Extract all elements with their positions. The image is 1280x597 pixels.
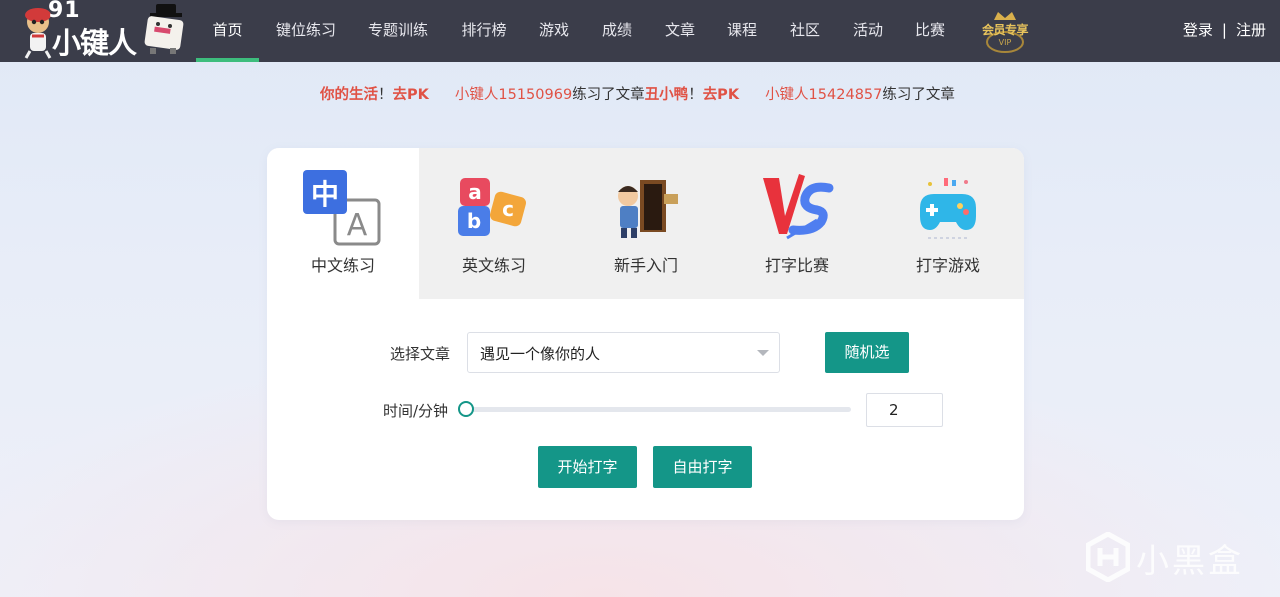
ticker-article-link[interactable]: 丑小鸭	[645, 84, 689, 106]
typing-contest-icon	[763, 174, 834, 240]
tab-label: 打字比赛	[764, 256, 829, 275]
tab-english-practice[interactable]: a b c 英文练习	[418, 148, 570, 299]
svg-text:中: 中	[311, 178, 339, 211]
heybox-logo-icon	[1086, 532, 1130, 582]
nav-item-scores[interactable]: 成绩	[596, 0, 638, 62]
typing-game-icon	[920, 178, 976, 239]
start-typing-button[interactable]: 开始打字	[538, 446, 637, 488]
activity-ticker: 你的生活！去PK 小键人15150969练习了文章丑小鸭！去PK 小键人154248…	[320, 84, 962, 108]
practice-card: A 中 中文练习 a b c 英文练习 新手入门 打字比赛 打字游戏 选择文章 …	[267, 148, 1024, 520]
ticker-username[interactable]: 小键人15424857	[765, 84, 882, 106]
svg-text:A: A	[347, 208, 368, 243]
ticker-text: ！	[378, 87, 393, 103]
time-slider-handle[interactable]	[458, 401, 474, 417]
nav-item-home[interactable]: 首页	[196, 0, 259, 62]
auth-separator: |	[1221, 21, 1227, 39]
tab-chinese-practice[interactable]: A 中 中文练习	[267, 148, 419, 299]
time-slider-track[interactable]	[466, 407, 851, 412]
nav-item-courses[interactable]: 课程	[721, 0, 763, 62]
english-practice-icon: a b c	[458, 178, 526, 236]
time-input[interactable]: 2	[866, 393, 943, 427]
ticker-pk-link[interactable]: 去PK	[393, 84, 429, 106]
ticker-pk-link[interactable]: 去PK	[703, 84, 739, 106]
svg-text:c: c	[502, 197, 514, 221]
tab-typing-contest[interactable]: 打字比赛	[721, 148, 873, 299]
top-navigation-bar: 91 小键人 首页 键位练习 专题训练 排行榜 游戏 成绩 文章 课程 社区 活…	[0, 0, 1280, 62]
site-logo[interactable]: 91 小键人	[18, 0, 188, 60]
tab-label: 打字游戏	[915, 256, 980, 275]
article-select-label: 选择文章	[390, 345, 451, 363]
time-label: 时间/分钟	[383, 402, 449, 420]
keyboard-mascot-icon	[144, 4, 184, 54]
watermark: 小黑盒	[1086, 528, 1256, 584]
vip-badge-sub: VIP	[998, 38, 1012, 47]
chinese-practice-icon: A 中	[303, 170, 381, 246]
nav-item-community[interactable]: 社区	[784, 0, 826, 62]
article-select-value: 遇见一个像你的人	[480, 345, 601, 363]
svg-text:b: b	[467, 209, 481, 233]
ticker-text: 练习了文章	[882, 87, 955, 103]
beginner-guide-icon	[618, 180, 678, 238]
random-select-button[interactable]: 随机选	[825, 332, 909, 373]
logo-brand-text: 小键人	[52, 26, 137, 60]
nav-item-leaderboard[interactable]: 排行榜	[455, 0, 513, 62]
watermark-text: 小黑盒	[1136, 541, 1244, 580]
nav-item-activities[interactable]: 活动	[847, 0, 889, 62]
login-link[interactable]: 登录	[1183, 21, 1213, 39]
nav-item-articles[interactable]: 文章	[659, 0, 701, 62]
vip-badge-text: 会员专享	[981, 23, 1029, 37]
practice-mode-tabs: A 中 中文练习 a b c 英文练习 新手入门 打字比赛 打字游戏	[267, 148, 1024, 299]
tab-label: 新手入门	[613, 256, 678, 275]
ticker-text[interactable]: 你的生活	[320, 84, 378, 106]
ticker-username[interactable]: 小键人15150969	[455, 84, 572, 106]
register-link[interactable]: 注册	[1236, 21, 1266, 39]
nav-item-topic-training[interactable]: 专题训练	[362, 0, 434, 62]
nav-active-indicator	[196, 58, 259, 62]
time-input-value: 2	[889, 401, 899, 419]
free-typing-button[interactable]: 自由打字	[653, 446, 752, 488]
tab-label: 英文练习	[461, 256, 526, 275]
svg-text:a: a	[468, 180, 482, 204]
tab-beginner-guide[interactable]: 新手入门	[570, 148, 722, 299]
auth-links: 登录 | 注册	[1183, 0, 1266, 62]
chevron-down-icon	[757, 350, 769, 356]
nav-item-key-practice[interactable]: 键位练习	[270, 0, 342, 62]
nav-item-contests[interactable]: 比赛	[909, 0, 951, 62]
vip-badge[interactable]: 会员专享 VIP	[976, 8, 1034, 54]
nav-item-games[interactable]: 游戏	[533, 0, 575, 62]
ticker-text: ！	[688, 87, 703, 103]
ticker-text: 练习了文章	[572, 87, 645, 103]
tab-typing-game[interactable]: 打字游戏	[872, 148, 1024, 299]
article-select[interactable]: 遇见一个像你的人	[467, 332, 780, 373]
tab-label: 中文练习	[310, 256, 375, 275]
